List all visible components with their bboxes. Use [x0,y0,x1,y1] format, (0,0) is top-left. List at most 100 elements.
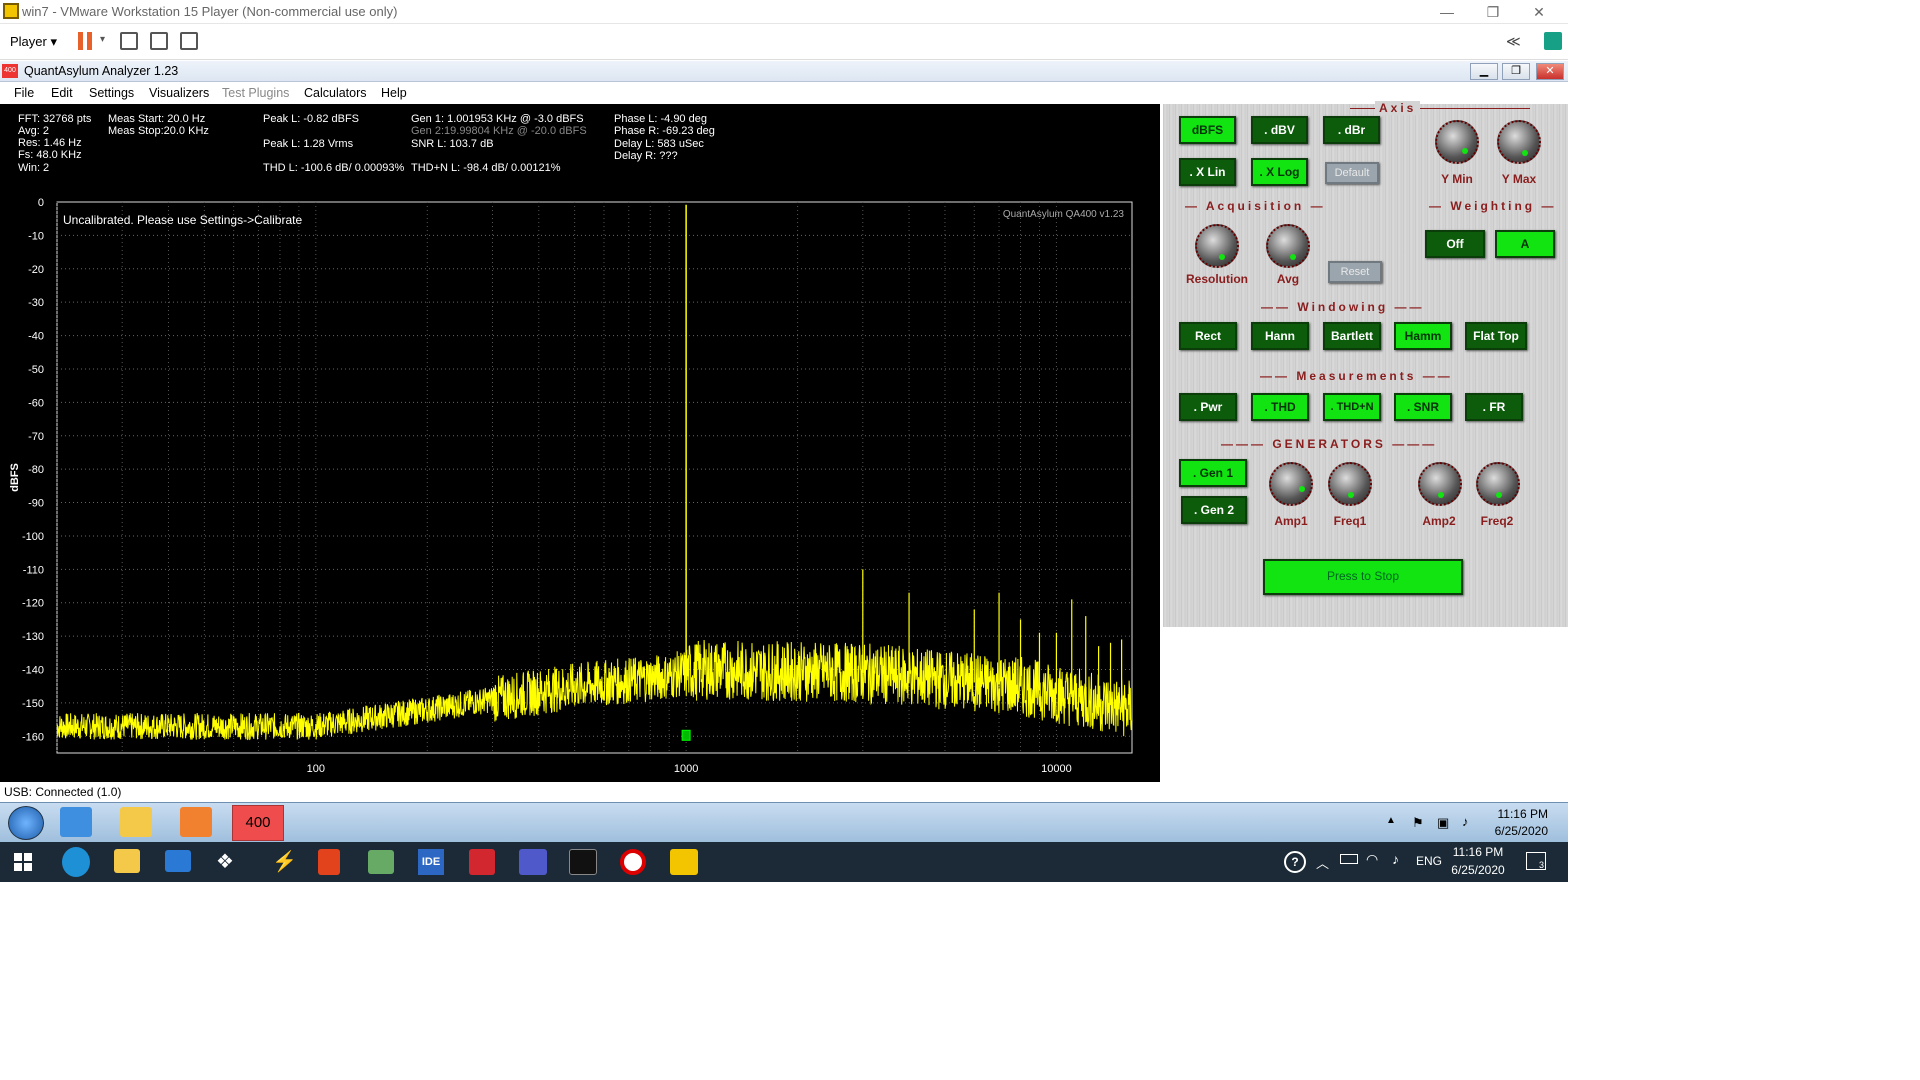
meas-fr-button[interactable]: . FR [1465,393,1523,421]
acquisition-reset-button[interactable]: Reset [1328,261,1382,283]
delay-l: Delay L: 583 uSec [614,138,704,150]
minimize-button[interactable]: — [1424,0,1470,24]
mail-icon[interactable] [165,850,191,872]
windows-start-icon[interactable] [14,853,32,871]
edge-icon[interactable] [62,847,90,877]
help-icon[interactable]: ? [1284,851,1306,873]
peak-vrms: Peak L: 1.28 Vrms [263,138,354,150]
ymax-knob[interactable] [1497,120,1541,164]
pause-icon-bar[interactable] [87,32,92,50]
app-close-button[interactable]: ✕ [1536,63,1564,80]
pause-dropdown-icon[interactable]: ▾ [100,34,105,45]
ie-icon[interactable] [60,807,92,837]
ymin-knob[interactable] [1435,120,1479,164]
x-tick-label: 100 [307,763,325,775]
meas-pwr-button[interactable]: . Pwr [1179,393,1237,421]
calculator-app-icon[interactable] [368,850,394,874]
fullscreen-icon[interactable] [150,32,168,50]
axis-dbr-button[interactable]: . dBr [1323,116,1380,144]
vmware-taskbar-icon[interactable] [670,849,698,875]
speaker-icon[interactable]: ♪ [1392,851,1399,867]
section-axis: Axis [1375,101,1421,115]
freq1-knob[interactable] [1328,462,1372,506]
menu-visualizers[interactable]: Visualizers [149,86,209,100]
y-tick-label: -20 [28,264,44,276]
pause-icon[interactable] [78,32,83,50]
player-menu[interactable]: Player ▾ [10,34,57,50]
window-flattop-button[interactable]: Flat Top [1465,322,1527,350]
dice-icon[interactable] [469,849,495,875]
collapse-chevron-icon[interactable]: ≪ [1506,33,1521,50]
menu-settings[interactable]: Settings [89,86,134,100]
tray-up-icon[interactable]: ︿ [1316,853,1329,872]
app-title: QuantAsylum Analyzer 1.23 [24,64,179,78]
battery-icon[interactable] [1340,854,1358,864]
axis-dbfs-button[interactable]: dBFS [1179,116,1236,144]
scope-icon[interactable] [569,849,597,875]
network-icon[interactable]: ▣ [1437,815,1449,831]
language-indicator[interactable]: ENG [1416,854,1442,868]
ide-icon[interactable]: IDE [418,849,444,875]
weighting-a-button[interactable]: A [1495,230,1555,258]
file-explorer-icon[interactable] [114,849,140,873]
restore-button[interactable]: ❐ [1470,0,1516,24]
menu-edit[interactable]: Edit [51,86,73,100]
resolution-knob[interactable] [1195,224,1239,268]
y-tick-label: -130 [22,631,44,643]
freq2-knob[interactable] [1476,462,1520,506]
clock-date[interactable]: 6/25/2020 [1448,863,1508,877]
menu-file[interactable]: File [14,86,34,100]
delay-r: Delay R: ??? [614,150,678,162]
dropbox-icon[interactable]: ❖ [216,849,234,874]
amp1-knob[interactable] [1269,462,1313,506]
window-bartlett-button[interactable]: Bartlett [1323,322,1381,350]
window-hamm-button[interactable]: Hamm [1394,322,1452,350]
meas-thdn-button[interactable]: . THD+N [1323,393,1381,421]
y-tick-label: -140 [22,665,44,677]
window-rect-button[interactable]: Rect [1179,322,1237,350]
qa400-taskbar-button[interactable]: 400 [232,805,284,841]
teams-icon[interactable] [519,849,547,875]
send-ctrl-alt-del-icon[interactable] [120,32,138,50]
menu-help[interactable]: Help [381,86,407,100]
amp2-knob[interactable] [1418,462,1462,506]
vmware-logo-icon [3,3,19,19]
menu-calculators[interactable]: Calculators [304,86,367,100]
weighting-off-button[interactable]: Off [1425,230,1485,258]
wifi-icon[interactable]: ◠ [1366,851,1378,868]
ccleaner-icon[interactable] [620,849,646,875]
axis-xlin-button[interactable]: . X Lin [1179,158,1236,186]
gen1-button[interactable]: . Gen 1 [1179,459,1247,487]
tray-expand-icon[interactable]: ▲ [1386,815,1396,826]
avg-knob[interactable] [1266,224,1310,268]
explorer-icon[interactable] [120,807,152,837]
app-minimize-button[interactable]: ▁ [1470,63,1498,80]
window-hann-button[interactable]: Hann [1251,322,1309,350]
axis-dbv-button[interactable]: . dBV [1251,116,1308,144]
app-restore-button[interactable]: ❐ [1502,63,1530,80]
meas-thd-button[interactable]: . THD [1251,393,1309,421]
gen2-button[interactable]: . Gen 2 [1181,496,1247,524]
y-tick-label: -40 [28,331,44,343]
action-center-icon[interactable]: ⚑ [1412,815,1424,831]
unity-icon[interactable] [180,32,198,50]
section-windowing: —— Windowing —— [1261,300,1425,314]
axis-default-button[interactable]: Default [1325,162,1379,184]
meas-snr-button[interactable]: . SNR [1394,393,1452,421]
win7-start-button[interactable] [8,806,44,840]
axis-xlog-button[interactable]: . X Log [1251,158,1308,186]
thdn-readout: THD+N L: -98.4 dB/ 0.00121% [411,162,561,174]
lightning-icon[interactable]: ⚡ [272,849,297,874]
clock-time[interactable]: 11:16 PM [1448,845,1508,859]
y-tick-label: -160 [22,731,44,743]
library-icon[interactable] [1544,32,1562,50]
vmware-toolbar: Player ▾ ▾ ≪ [0,24,1568,60]
snr-readout: SNR L: 103.7 dB [411,138,494,150]
notification-icon[interactable]: 3 [1526,852,1546,870]
volume-icon[interactable]: ♪ [1462,814,1469,829]
media-player-icon[interactable] [180,807,212,837]
office-icon[interactable] [318,849,340,875]
menu-test-plugins[interactable]: Test Plugins [222,86,289,100]
close-button[interactable]: ✕ [1516,0,1562,24]
press-to-stop-button[interactable]: Press to Stop [1263,559,1463,595]
